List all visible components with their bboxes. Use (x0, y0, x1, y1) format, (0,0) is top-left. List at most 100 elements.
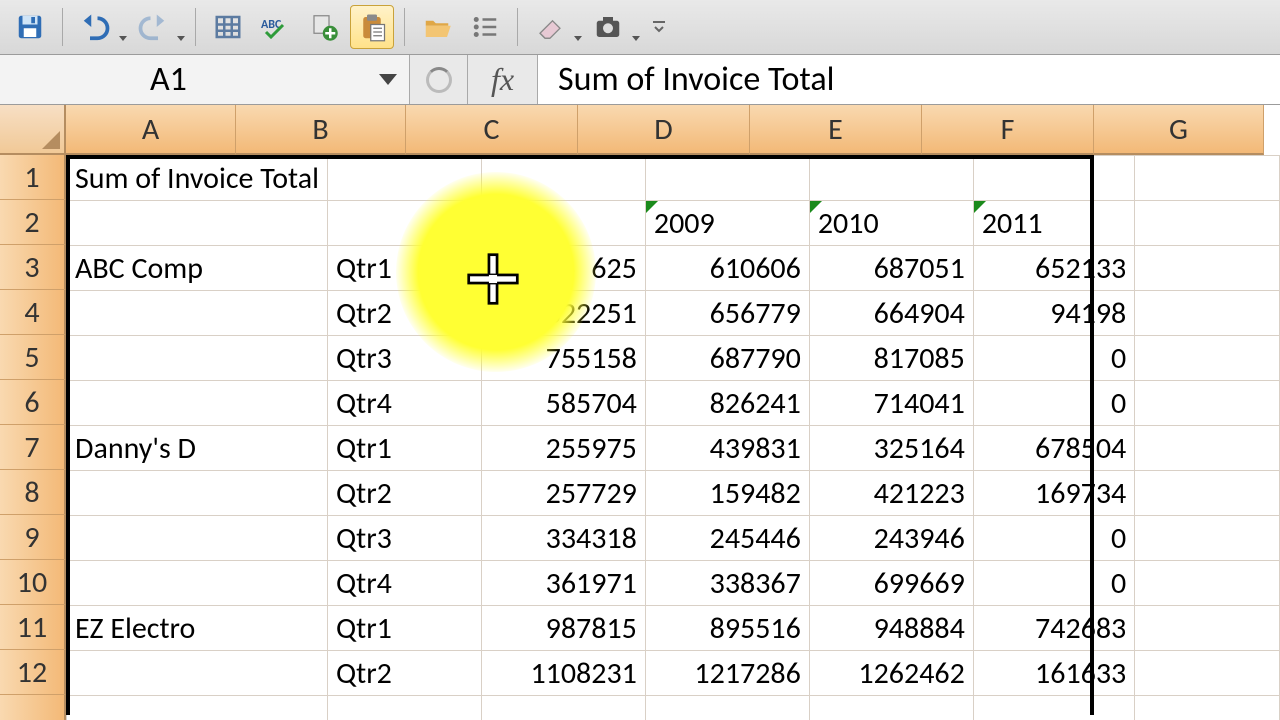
cell[interactable] (67, 651, 328, 696)
cell[interactable]: 652133 (973, 246, 1134, 291)
cell[interactable]: 159482 (645, 471, 809, 516)
cell[interactable]: 699669 (809, 561, 973, 606)
cell[interactable] (1135, 471, 1280, 516)
cell[interactable]: 687790 (645, 336, 809, 381)
cell[interactable]: 0 (973, 381, 1134, 426)
cell[interactable]: 610606 (645, 246, 809, 291)
cell[interactable]: 1217286 (645, 651, 809, 696)
column-header[interactable]: D (578, 105, 750, 155)
cell[interactable]: Qtr1 (327, 426, 481, 471)
cell[interactable]: ABC Comp (67, 246, 328, 291)
cell[interactable] (1135, 156, 1280, 201)
cell[interactable] (327, 156, 481, 201)
cell[interactable]: Qtr3 (327, 516, 481, 561)
cell[interactable]: 2010 (809, 201, 973, 246)
row-header[interactable]: 9 (0, 515, 66, 560)
row-header[interactable]: 2 (0, 200, 66, 245)
row-header[interactable]: 5 (0, 335, 66, 380)
cell[interactable] (327, 201, 481, 246)
cell[interactable]: 361971 (481, 561, 645, 606)
cell[interactable]: 243946 (809, 516, 973, 561)
camera-menu-caret[interactable] (632, 36, 640, 41)
cell[interactable]: 2008 (481, 201, 645, 246)
cell[interactable]: 94198 (973, 291, 1134, 336)
column-header[interactable]: E (750, 105, 922, 155)
cell[interactable] (1135, 651, 1280, 696)
cell[interactable] (1135, 561, 1280, 606)
spellcheck-button[interactable]: ABC (254, 5, 298, 49)
cell[interactable]: 245446 (645, 516, 809, 561)
name-box-caret-icon[interactable] (379, 74, 397, 85)
list-button[interactable] (463, 5, 507, 49)
eraser-menu-caret[interactable] (574, 36, 582, 41)
cell[interactable] (1135, 696, 1280, 720)
cell[interactable] (809, 696, 973, 720)
cell[interactable] (67, 516, 328, 561)
cell[interactable]: Qtr4 (327, 381, 481, 426)
cell[interactable]: 2009 (645, 201, 809, 246)
cell[interactable] (1135, 381, 1280, 426)
cell[interactable]: 817085 (809, 336, 973, 381)
cell[interactable] (67, 291, 328, 336)
cell[interactable]: 439831 (645, 426, 809, 471)
insert-object-button[interactable] (302, 5, 346, 49)
cell[interactable]: 6625 (481, 246, 645, 291)
cell[interactable]: Qtr1 (327, 246, 481, 291)
undo-menu-caret[interactable] (119, 36, 127, 41)
cell[interactable]: 948884 (809, 606, 973, 651)
cell[interactable]: 755158 (481, 336, 645, 381)
column-header[interactable]: C (406, 105, 578, 155)
cell[interactable]: 0 (973, 516, 1134, 561)
row-header[interactable]: 4 (0, 290, 66, 335)
cell[interactable]: 0 (973, 336, 1134, 381)
name-box[interactable]: A1 (0, 55, 410, 104)
screenshot-button[interactable] (586, 5, 630, 49)
cell[interactable] (645, 156, 809, 201)
cell[interactable] (1135, 336, 1280, 381)
cell[interactable] (67, 336, 328, 381)
cell[interactable]: Qtr4 (327, 561, 481, 606)
row-header[interactable]: 11 (0, 605, 66, 650)
row-header[interactable]: 7 (0, 425, 66, 470)
cell[interactable]: 742683 (973, 606, 1134, 651)
cell[interactable] (973, 156, 1134, 201)
cell[interactable]: 826241 (645, 381, 809, 426)
column-header[interactable]: F (922, 105, 1094, 155)
cell[interactable] (1135, 426, 1280, 471)
row-header[interactable]: 10 (0, 560, 66, 605)
row-header[interactable]: 3 (0, 245, 66, 290)
cell[interactable] (481, 156, 645, 201)
cell[interactable] (1135, 201, 1280, 246)
eraser-button[interactable] (528, 5, 572, 49)
open-button[interactable] (415, 5, 459, 49)
paste-button[interactable] (350, 5, 394, 49)
cell[interactable]: 678504 (973, 426, 1134, 471)
cell[interactable]: 334318 (481, 516, 645, 561)
cell[interactable]: Qtr2 (327, 651, 481, 696)
column-header[interactable]: G (1094, 105, 1264, 155)
cell-grid[interactable]: Sum of Invoice Total 2008 2009 2010 2011 (66, 155, 1280, 720)
cell[interactable]: 895516 (645, 606, 809, 651)
cell[interactable] (67, 201, 328, 246)
redo-button[interactable] (131, 5, 175, 49)
cell[interactable]: 687051 (809, 246, 973, 291)
save-button[interactable] (8, 5, 52, 49)
column-header[interactable]: A (66, 105, 236, 155)
cell[interactable] (1135, 291, 1280, 336)
row-header[interactable] (0, 695, 66, 720)
cell[interactable]: 325164 (809, 426, 973, 471)
cell[interactable]: 656779 (645, 291, 809, 336)
cell[interactable] (973, 696, 1134, 720)
cell[interactable] (67, 561, 328, 606)
cell[interactable] (481, 696, 645, 720)
cell[interactable]: 338367 (645, 561, 809, 606)
cell[interactable]: Sum of Invoice Total (67, 156, 328, 201)
row-header[interactable]: 1 (0, 155, 66, 200)
cell[interactable]: Qtr1 (327, 606, 481, 651)
cell[interactable]: EZ Electro (67, 606, 328, 651)
cell[interactable]: 255975 (481, 426, 645, 471)
cell[interactable]: 987815 (481, 606, 645, 651)
cell[interactable] (1135, 606, 1280, 651)
cell[interactable] (327, 696, 481, 720)
cell[interactable]: 664904 (809, 291, 973, 336)
